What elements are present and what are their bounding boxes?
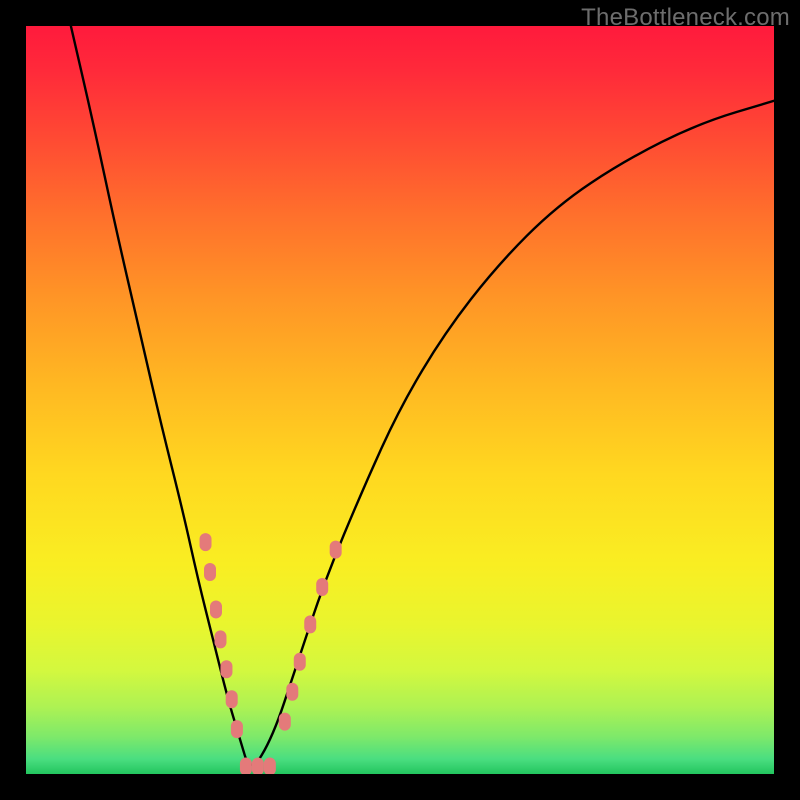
bottleneck-curve	[71, 26, 774, 765]
data-marker	[226, 690, 238, 708]
data-marker	[294, 653, 306, 671]
curve-svg	[26, 26, 774, 774]
data-marker	[231, 720, 243, 738]
data-marker	[304, 615, 316, 633]
data-marker	[220, 660, 232, 678]
data-marker	[286, 683, 298, 701]
data-marker	[240, 758, 252, 774]
data-marker	[210, 600, 222, 618]
data-marker	[252, 758, 264, 774]
plot-area	[26, 26, 774, 774]
data-marker	[214, 630, 226, 648]
data-marker	[279, 713, 291, 731]
data-marker	[330, 541, 342, 559]
data-marker	[200, 533, 212, 551]
chart-frame: TheBottleneck.com	[0, 0, 800, 800]
data-marker	[204, 563, 216, 581]
data-marker	[316, 578, 328, 596]
data-marker	[264, 758, 276, 774]
